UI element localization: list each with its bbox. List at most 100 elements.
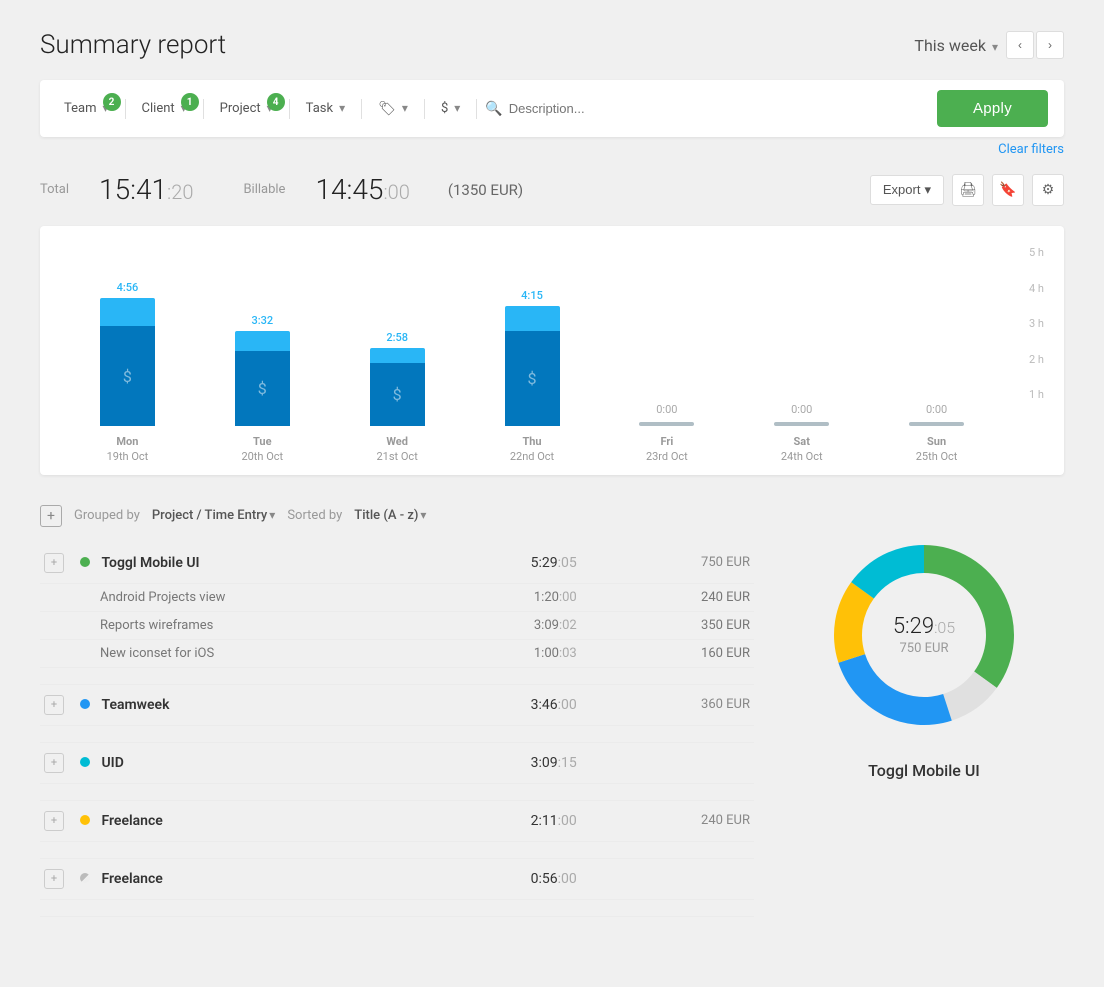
- bar-empty: [774, 422, 829, 426]
- bar-stack[interactable]: $: [235, 331, 290, 426]
- search-area: 🔍: [485, 101, 929, 117]
- bar-group[interactable]: 4:15 $: [465, 246, 600, 426]
- time-cell: 3:09:15: [421, 742, 580, 783]
- filter-divider-2: [203, 99, 204, 119]
- apply-button[interactable]: Apply: [937, 90, 1048, 127]
- filter-bar: Team 2 Client 1 Project 4 Task 🏷 $: [40, 80, 1064, 137]
- table-row[interactable]: + Toggl Mobile UI 5:29:05 750 EUR: [40, 543, 754, 584]
- billable-eur: (1350 EUR): [448, 181, 523, 199]
- time-cell: 2:11:00: [421, 800, 580, 841]
- week-selector[interactable]: This week: [914, 36, 998, 55]
- eur-cell: [581, 742, 754, 783]
- bar-zero-label: 0:00: [926, 403, 947, 416]
- bar-group[interactable]: 0:00: [734, 246, 869, 426]
- settings-button[interactable]: ⚙: [1032, 174, 1064, 206]
- bar-group[interactable]: 0:00: [599, 246, 734, 426]
- chart-bars: 4:56$3:32$ 2:58 $4:15 $0:00 0:00 0:00: [60, 246, 1004, 426]
- export-button[interactable]: Export ▾: [870, 175, 944, 205]
- next-week-button[interactable]: ›: [1036, 31, 1064, 59]
- filter-divider-3: [289, 99, 290, 119]
- task-filter[interactable]: Task: [298, 97, 353, 120]
- page-title: Summary report: [40, 30, 226, 60]
- billable-time-sec: :00: [383, 180, 409, 204]
- donut-center: 5:29:05 750 EUR: [893, 614, 955, 656]
- settings-icon: ⚙: [1042, 182, 1055, 198]
- donut-segment[interactable]: [838, 654, 951, 725]
- bottom-section: + Grouped by Project / Time Entry Sorted…: [40, 505, 1064, 917]
- bar-group[interactable]: 4:56$: [60, 246, 195, 426]
- bookmark-button[interactable]: 🔖: [992, 174, 1024, 206]
- dollar-icon: $: [258, 379, 267, 398]
- entry-name: Reports wireframes: [76, 611, 421, 639]
- bar-stack[interactable]: $: [370, 348, 425, 426]
- chart-container: 4:56$3:32$ 2:58 $4:15 $0:00 0:00 0:00 5 h4 h3…: [40, 226, 1064, 475]
- expand-button[interactable]: +: [44, 553, 64, 573]
- eur-cell: 360 EUR: [581, 684, 754, 725]
- dollar-icon: $: [528, 369, 537, 388]
- bar-empty: [639, 422, 694, 426]
- time-cell: 3:46:00: [421, 684, 580, 725]
- add-group-button[interactable]: +: [40, 505, 62, 527]
- entry-row: Android Projects view 1:20:00 240 EUR: [40, 583, 754, 611]
- project-dot: [80, 757, 90, 767]
- chevron-down-icon: [990, 36, 998, 55]
- bar-label: 2:58: [386, 331, 408, 344]
- print-icon: 🖨: [959, 182, 977, 198]
- bookmark-icon: 🔖: [999, 182, 1016, 198]
- bar-stack[interactable]: $: [100, 298, 155, 426]
- bar-group[interactable]: 2:58 $: [330, 246, 465, 426]
- clear-filters-bar: Clear filters: [40, 141, 1064, 157]
- group-value[interactable]: Project / Time Entry: [152, 508, 275, 523]
- dollar-icon: $: [123, 367, 132, 386]
- project-label: Project: [220, 101, 261, 116]
- print-button[interactable]: 🖨: [952, 174, 984, 206]
- task-label: Task: [306, 101, 333, 116]
- table-row[interactable]: + Freelance 2:11:00 240 EUR: [40, 800, 754, 841]
- tags-chevron-icon: [400, 101, 408, 116]
- table-row[interactable]: + Teamweek 3:46:00 360 EUR: [40, 684, 754, 725]
- search-input[interactable]: [509, 101, 929, 116]
- client-badge: 1: [181, 93, 199, 111]
- bar-zero-label: 0:00: [791, 403, 812, 416]
- client-filter[interactable]: Client 1: [134, 97, 195, 120]
- project-name: Freelance: [101, 813, 162, 829]
- currency-chevron-icon: [452, 101, 460, 116]
- expand-button[interactable]: +: [44, 811, 64, 831]
- project-name: Toggl Mobile UI: [101, 555, 199, 571]
- bar-group[interactable]: 0:00: [869, 246, 1004, 426]
- donut-chart: 5:29:05 750 EUR: [814, 525, 1034, 745]
- expand-button[interactable]: +: [44, 753, 64, 773]
- team-filter[interactable]: Team 2: [56, 97, 117, 120]
- totals-bar: Total 15:41:20 Billable 14:45:00 (1350 E…: [40, 173, 1064, 206]
- table-row[interactable]: + Freelance 0:56:00: [40, 858, 754, 899]
- entry-eur: 350 EUR: [581, 611, 754, 639]
- chart-y-axis: 5 h4 h3 h2 h1 h: [1004, 246, 1044, 426]
- clear-filters-link[interactable]: Clear filters: [998, 142, 1064, 157]
- project-dot: [80, 873, 90, 883]
- export-label: Export: [883, 182, 921, 197]
- total-time-sec: :20: [167, 180, 193, 204]
- entry-row: New iconset for iOS 1:00:03 160 EUR: [40, 639, 754, 667]
- page-container: Summary report This week ‹ › Team 2 Clie…: [0, 0, 1104, 987]
- bar-label: 4:15: [521, 289, 543, 302]
- bar-group[interactable]: 3:32$: [195, 246, 330, 426]
- table-row[interactable]: + UID 3:09:15: [40, 742, 754, 783]
- project-badge: 4: [267, 93, 285, 111]
- x-label: Tue20th Oct: [195, 434, 330, 465]
- entry-time: 1:00:03: [421, 639, 580, 667]
- currency-filter[interactable]: $: [433, 97, 468, 120]
- client-label: Client: [142, 101, 175, 116]
- table-section: + Grouped by Project / Time Entry Sorted…: [40, 505, 754, 917]
- project-filter[interactable]: Project 4: [212, 97, 281, 120]
- tags-filter[interactable]: 🏷: [370, 97, 416, 121]
- bar-stack[interactable]: $: [505, 306, 560, 426]
- sort-value[interactable]: Title (A - z): [354, 508, 426, 523]
- prev-week-button[interactable]: ‹: [1006, 31, 1034, 59]
- donut-title: Toggl Mobile UI: [868, 761, 980, 780]
- search-icon: 🔍: [485, 101, 502, 117]
- filter-divider-1: [125, 99, 126, 119]
- expand-button[interactable]: +: [44, 695, 64, 715]
- expand-button[interactable]: +: [44, 869, 64, 889]
- x-label: Thu22nd Oct: [465, 434, 600, 465]
- donut-time-sec: :05: [934, 618, 955, 637]
